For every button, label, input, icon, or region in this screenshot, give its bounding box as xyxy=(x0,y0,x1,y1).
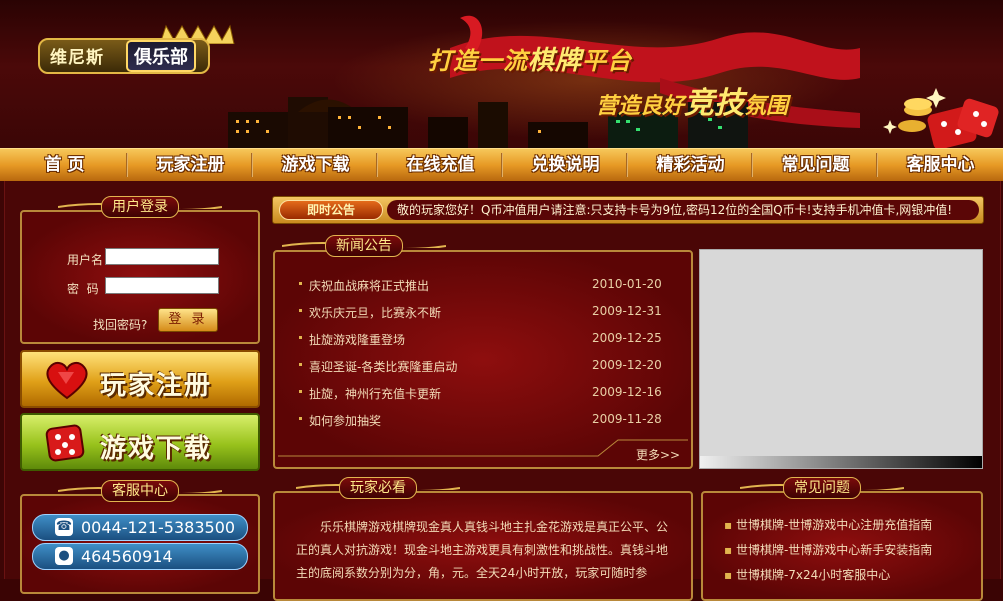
nav-download[interactable]: 游戏下载 xyxy=(253,149,378,181)
media-gradient-bar xyxy=(700,456,982,468)
news-item[interactable]: 喜迎圣诞-各类比赛隆重启动 2009-12-20 xyxy=(297,352,687,379)
news-item-title: 喜迎圣诞-各类比赛隆重启动 xyxy=(309,360,458,374)
slogan2-part-b: 竞技 xyxy=(684,86,745,121)
bullet-icon xyxy=(299,417,302,420)
news-item-title: 扯旋游戏隆重登场 xyxy=(309,333,406,347)
news-item-title: 如何参加抽奖 xyxy=(309,414,382,428)
slogan1-part-b: 棋牌 xyxy=(528,46,583,76)
faq-item[interactable]: ▪ 世博棋牌-世博游戏中心注册充值指南 xyxy=(724,513,974,538)
download-big-button-label: 游戏下载 xyxy=(100,434,213,464)
username-input[interactable] xyxy=(105,248,219,265)
bullet-icon xyxy=(299,282,302,285)
nav-home[interactable]: 首 页 xyxy=(2,149,127,181)
qq-penguin-icon: ● xyxy=(55,547,73,565)
phone-contact[interactable]: ☎ 0044-121-5383500 xyxy=(32,514,248,541)
slogan-line-2: 营造良好竞技氛围 xyxy=(596,78,788,122)
news-item[interactable]: 扯旋游戏隆重登场 2009-12-25 xyxy=(297,325,687,352)
news-item-date: 2009-12-31 xyxy=(592,304,662,318)
faq-item-title: 世博棋牌-世博游戏中心新手安装指南 xyxy=(735,543,933,557)
news-item-title: 欢乐庆元旦，比赛永不断 xyxy=(309,306,442,320)
news-item[interactable]: 如何参加抽奖 2009-11-28 xyxy=(297,406,687,433)
faq-item[interactable]: ▪ 世博棋牌-世博游戏中心新手安装指南 xyxy=(724,538,974,563)
notice-bar: 即时公告 敬的玩家您好！Q币冲值用户请注意:只支持卡号为9位,密码12位的全国Q… xyxy=(272,196,984,224)
faq-title-ornament: 常见问题 xyxy=(740,475,904,501)
main-nav: 首 页 玩家注册 游戏下载 在线充值 兑换说明 精彩活动 常见问题 客服中心 xyxy=(0,148,1003,182)
media-placeholder[interactable] xyxy=(699,249,983,469)
heart-icon xyxy=(46,361,88,400)
news-item-date: 2010-01-20 xyxy=(592,277,662,291)
bullet-icon xyxy=(299,363,302,366)
login-title-ornament: 用户登录 xyxy=(58,194,222,220)
slogan-line-1: 打造一流棋牌平台 xyxy=(428,40,632,77)
faq-item[interactable]: ▪ 世博棋牌-7x24小时客服中心 xyxy=(724,563,974,588)
service-title: 客服中心 xyxy=(101,480,179,502)
nav-recharge[interactable]: 在线充值 xyxy=(378,149,503,181)
must-read-text: 乐乐棋牌游戏棋牌现金真人真钱斗地主扎金花游戏是真正公平、公正的真人对抗游戏！现金… xyxy=(296,520,669,579)
bullet-icon xyxy=(299,336,302,339)
must-read-title-ornament: 玩家必看 xyxy=(296,475,460,501)
download-big-button[interactable]: 游戏下载 xyxy=(20,413,260,471)
news-more-link[interactable]: 更多>> xyxy=(636,446,680,463)
site-logo[interactable]: 维尼斯 俱乐部 xyxy=(38,24,235,78)
faq-title: 常见问题 xyxy=(783,477,861,499)
service-title-ornament: 客服中心 xyxy=(58,478,222,504)
header-banner: 维尼斯 俱乐部 打造一流棋牌平台 营造良好竞技氛围 xyxy=(0,0,1003,148)
logo-text-part2: 俱乐部 xyxy=(126,40,196,72)
slogan1-part-a: 打造一流 xyxy=(428,47,528,75)
qq-number: 464560914 xyxy=(81,547,173,566)
faq-item-title: 世博棋牌-7x24小时客服中心 xyxy=(735,568,891,582)
nav-service[interactable]: 客服中心 xyxy=(878,149,1003,181)
slogan1-part-c: 平台 xyxy=(582,47,633,75)
register-big-button-label: 玩家注册 xyxy=(100,371,213,401)
faq-list: ▪ 世博棋牌-世博游戏中心注册充值指南 ▪ 世博棋牌-世博游戏中心新手安装指南 … xyxy=(724,513,974,588)
news-item[interactable]: 欢乐庆元旦，比赛永不断 2009-12-31 xyxy=(297,298,687,325)
nav-activities[interactable]: 精彩活动 xyxy=(628,149,753,181)
login-button[interactable]: 登 录 xyxy=(158,308,218,332)
qq-contact[interactable]: ● 464560914 xyxy=(32,543,248,570)
notice-tag: 即时公告 xyxy=(279,200,383,220)
bullet-icon: ▪ xyxy=(724,543,736,557)
nav-exchange[interactable]: 兑换说明 xyxy=(503,149,628,181)
news-item[interactable]: 扯旋，神州行充值卡更新 2009-12-16 xyxy=(297,379,687,406)
logo-text-part1: 维尼斯 xyxy=(50,48,104,68)
phone-number: 0044-121-5383500 xyxy=(81,518,236,537)
phone-icon: ☎ xyxy=(55,518,73,536)
login-title: 用户登录 xyxy=(101,196,179,218)
news-item-date: 2009-12-20 xyxy=(592,358,662,372)
bullet-icon: ▪ xyxy=(724,568,736,582)
bullet-icon xyxy=(299,309,302,312)
slogan2-part-a: 营造良好 xyxy=(596,94,685,119)
news-item[interactable]: 庆祝血战麻将正式推出 2010-01-20 xyxy=(297,271,687,298)
password-input[interactable] xyxy=(105,277,219,294)
bullet-icon xyxy=(299,390,302,393)
dice-icon xyxy=(45,424,85,462)
news-item-date: 2009-12-16 xyxy=(592,385,662,399)
must-read-title: 玩家必看 xyxy=(339,477,417,499)
nav-register[interactable]: 玩家注册 xyxy=(128,149,253,181)
faq-item-title: 世博棋牌-世博游戏中心注册充值指南 xyxy=(735,518,933,532)
news-item-date: 2009-11-28 xyxy=(592,412,662,426)
username-label: 用户名 xyxy=(67,253,104,267)
news-footer-divider xyxy=(278,439,688,457)
news-item-date: 2009-12-25 xyxy=(592,331,662,345)
slogan2-part-c: 氛围 xyxy=(744,94,789,119)
news-item-title: 扯旋，神州行充值卡更新 xyxy=(309,387,442,401)
dice-and-coins-icon xyxy=(883,88,999,148)
password-label: 密 码 xyxy=(67,282,99,296)
news-item-title: 庆祝血战麻将正式推出 xyxy=(309,279,430,293)
nav-faq[interactable]: 常见问题 xyxy=(753,149,878,181)
forgot-password-link[interactable]: 找回密码? xyxy=(93,316,147,333)
notice-message[interactable]: 敬的玩家您好！Q币冲值用户请注意:只支持卡号为9位,密码12位的全国Q币卡!支持… xyxy=(387,200,979,220)
bullet-icon: ▪ xyxy=(724,518,736,532)
register-big-button[interactable]: 玩家注册 xyxy=(20,350,260,408)
